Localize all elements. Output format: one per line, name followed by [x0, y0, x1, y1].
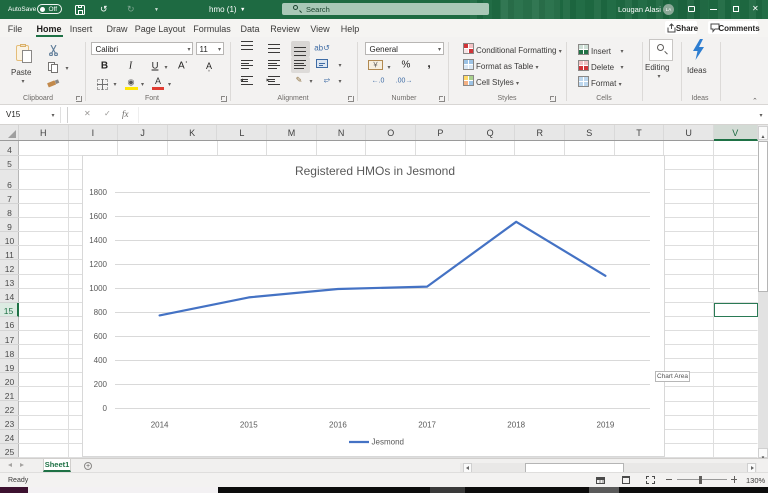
svg-text:1200: 1200: [89, 260, 107, 269]
svg-text:200: 200: [94, 380, 108, 389]
svg-text:2019: 2019: [597, 421, 615, 430]
svg-text:2014: 2014: [151, 421, 169, 430]
svg-text:2017: 2017: [418, 421, 436, 430]
svg-text:2018: 2018: [507, 421, 525, 430]
svg-text:2016: 2016: [329, 421, 347, 430]
svg-text:600: 600: [94, 332, 108, 341]
svg-text:2015: 2015: [240, 421, 258, 430]
svg-text:1000: 1000: [89, 284, 107, 293]
svg-text:Registered HMOs in Jesmond: Registered HMOs in Jesmond: [295, 164, 455, 178]
svg-text:400: 400: [94, 356, 108, 365]
svg-text:Jesmond: Jesmond: [372, 438, 404, 447]
svg-text:1800: 1800: [89, 188, 107, 197]
svg-text:800: 800: [94, 308, 108, 317]
svg-text:1600: 1600: [89, 212, 107, 221]
svg-text:1400: 1400: [89, 236, 107, 245]
svg-text:0: 0: [103, 404, 108, 413]
